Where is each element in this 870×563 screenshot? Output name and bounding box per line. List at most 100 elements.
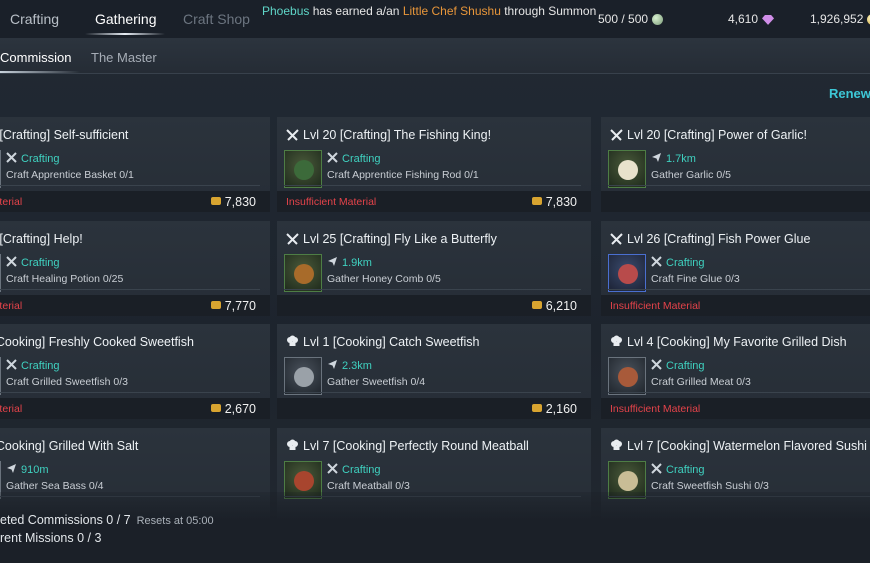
completed-commissions: eted Commissions 0 / 7 Resets at 05:00 xyxy=(0,513,214,527)
requirement-text: Crafting xyxy=(342,153,381,165)
exp-reward: 2,160 xyxy=(531,402,577,416)
item-image xyxy=(294,471,314,491)
crafting-tools-icon xyxy=(6,152,17,163)
reward-value: 7,830 xyxy=(545,195,577,209)
task-text: Craft Apprentice Fishing Rod 0/1 xyxy=(327,169,479,181)
commission-card[interactable]: Lvl 20 [Crafting] The Fishing King! Craft… xyxy=(277,117,591,212)
progress-track xyxy=(0,185,260,186)
task-text: Gather Sweetfish 0/4 xyxy=(327,376,426,388)
gem-counter: 4,610 xyxy=(728,12,775,26)
item-thumbnail[interactable] xyxy=(608,254,646,292)
insufficient-material-label: ient Material xyxy=(0,300,23,312)
exp-reward: 6,210 xyxy=(531,299,577,313)
task-text: Craft Apprentice Basket 0/1 xyxy=(6,169,134,181)
insufficient-material-label: Insufficient Material xyxy=(286,196,377,208)
crafting-tools-icon xyxy=(651,359,662,370)
chef-hat-icon xyxy=(610,439,623,452)
stamina-counter: 500 / 500 xyxy=(598,12,664,26)
renew-button[interactable]: Renew xyxy=(829,86,870,101)
progress-track xyxy=(0,289,260,290)
commission-card[interactable]: 22 [Crafting] Help! Crafting Craft Healing… xyxy=(0,221,270,316)
requirement-text: Crafting xyxy=(666,360,705,372)
location-arrow-icon xyxy=(651,152,662,163)
requirement-text: Crafting xyxy=(342,464,381,476)
exp-reward: 7,830 xyxy=(210,195,256,209)
item-thumbnail[interactable] xyxy=(284,357,322,395)
item-thumbnail[interactable] xyxy=(284,150,322,188)
requirement: Crafting xyxy=(6,256,60,269)
reward-value: 2,670 xyxy=(224,402,256,416)
commission-title-text: Lvl 26 [Crafting] Fish Power Glue xyxy=(627,232,811,246)
current-missions-count: rent Missions 0 / 3 xyxy=(0,531,102,545)
task-text: Gather Sea Bass 0/4 xyxy=(6,480,104,492)
requirement-text: 1.7km xyxy=(666,153,696,165)
gem-value: 4,610 xyxy=(728,12,759,26)
location-arrow-icon xyxy=(327,256,338,267)
task-text: Craft Grilled Sweetfish 0/3 xyxy=(6,376,128,388)
commission-card[interactable]: Lvl 1 [Cooking] Catch Sweetfish 2.3km Gath… xyxy=(277,324,591,419)
stamina-icon xyxy=(652,14,664,26)
item-thumbnail[interactable] xyxy=(608,357,646,395)
reward-value: 2,160 xyxy=(545,402,577,416)
requirement: 1.7km xyxy=(651,152,696,165)
requirement-text: Crafting xyxy=(666,257,705,269)
commission-title: Lvl 20 [Crafting] The Fishing King! xyxy=(286,128,491,142)
commission-title: Lvl 4 [Cooking] My Favorite Grilled Dish xyxy=(610,335,847,349)
commission-card[interactable]: 20 [Crafting] Self-sufficient Crafting Cra… xyxy=(0,117,270,212)
crafting-tools-icon xyxy=(6,359,17,370)
commission-card[interactable]: 1 [Cooking] Freshly Cooked Sweetfish Craf… xyxy=(0,324,270,419)
location-arrow-icon xyxy=(327,359,338,370)
commission-card[interactable]: Lvl 26 [Crafting] Fish Power Glue Craftin… xyxy=(601,221,870,316)
reward-value: 6,210 xyxy=(545,299,577,313)
commission-title: 1 [Cooking] Freshly Cooked Sweetfish xyxy=(0,335,194,349)
item-thumbnail[interactable] xyxy=(0,254,1,292)
current-missions: rent Missions 0 / 3 xyxy=(0,531,101,545)
exp-icon xyxy=(210,197,221,205)
requirement: Crafting xyxy=(6,359,60,372)
task-text: Gather Honey Comb 0/5 xyxy=(327,273,441,285)
commission-title: Lvl 1 [Cooking] Catch Sweetfish xyxy=(286,335,479,349)
chef-hat-icon xyxy=(286,439,299,452)
crafting-tools-icon xyxy=(651,256,662,267)
tab-craft-shop[interactable]: Craft Shop xyxy=(183,11,250,27)
crafting-tools-icon xyxy=(327,152,338,163)
commission-title: Lvl 20 [Crafting] Power of Garlic! xyxy=(610,128,807,142)
commission-title-text: Lvl 4 [Cooking] My Favorite Grilled Dish xyxy=(627,335,847,349)
exp-icon xyxy=(531,197,542,205)
commission-title-text: Lvl 20 [Crafting] The Fishing King! xyxy=(303,128,492,142)
requirement-text: Crafting xyxy=(666,464,705,476)
item-image xyxy=(618,471,638,491)
requirement: 2.3km xyxy=(327,359,372,372)
requirement: Crafting xyxy=(6,152,60,165)
item-thumbnail[interactable] xyxy=(0,357,1,395)
commission-title-text: Lvl 25 [Crafting] Fly Like a Butterfly xyxy=(303,232,497,246)
requirement: Crafting xyxy=(651,463,705,476)
exp-reward: 7,770 xyxy=(210,299,256,313)
item-thumbnail[interactable] xyxy=(608,150,646,188)
tab-gathering[interactable]: Gathering xyxy=(95,11,156,27)
tab-the-master[interactable]: The Master xyxy=(91,50,157,65)
tab-commission[interactable]: Commission xyxy=(0,50,72,65)
requirement-text: 1.9km xyxy=(342,257,372,269)
commission-card[interactable]: Lvl 25 [Crafting] Fly Like a Butterfly 1.… xyxy=(277,221,591,316)
insufficient-material-label: Insufficient Material xyxy=(610,300,701,312)
crafting-tools-icon xyxy=(327,463,338,474)
requirement-text: Crafting xyxy=(21,153,60,165)
insufficient-material-label: Insufficient Material xyxy=(610,403,701,415)
commission-title-text: 1 [Cooking] Freshly Cooked Sweetfish xyxy=(0,335,194,349)
commission-title: 22 [Crafting] Help! xyxy=(0,232,83,246)
exp-icon xyxy=(210,404,221,412)
item-thumbnail[interactable] xyxy=(284,254,322,292)
requirement-text: Crafting xyxy=(21,360,60,372)
commission-card[interactable]: Lvl 4 [Cooking] My Favorite Grilled Dish… xyxy=(601,324,870,419)
requirement: Crafting xyxy=(327,152,381,165)
chef-hat-icon xyxy=(610,335,623,348)
commission-title: 20 [Crafting] Self-sufficient xyxy=(0,128,128,142)
item-thumbnail[interactable] xyxy=(0,150,1,188)
crafting-tools-icon xyxy=(6,256,17,267)
requirement-text: 910m xyxy=(21,464,49,476)
tab-crafting[interactable]: Crafting xyxy=(10,11,59,27)
commission-card[interactable]: Lvl 20 [Crafting] Power of Garlic! 1.7km G… xyxy=(601,117,870,212)
reward-value: 7,770 xyxy=(224,299,256,313)
notice-player: Phoebus xyxy=(262,4,310,18)
